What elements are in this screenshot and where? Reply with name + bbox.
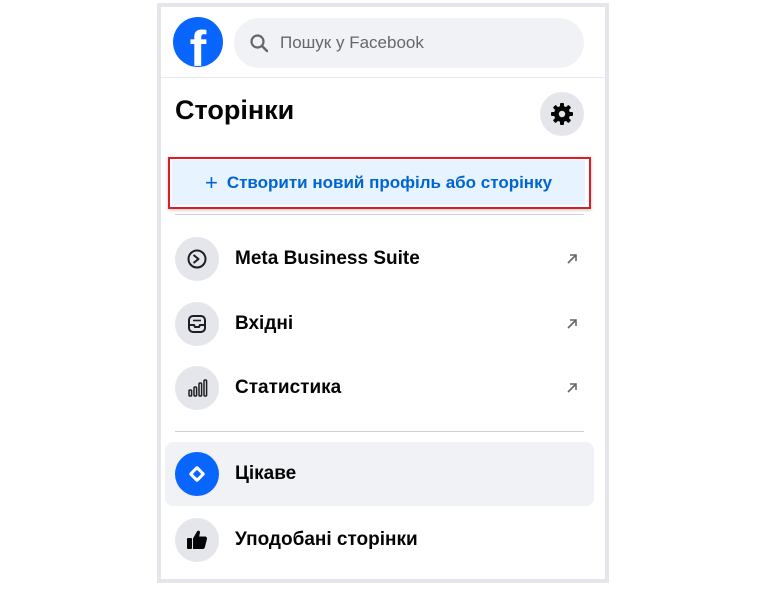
create-profile-or-page-button[interactable]: + Створити новий профіль або сторінку: [172, 160, 585, 205]
thumbs-up-icon: [175, 518, 219, 562]
insights-icon: [175, 366, 219, 410]
facebook-logo-letter: f: [189, 21, 207, 77]
top-header: f: [161, 7, 605, 77]
menu-item-label: Вхідні: [235, 313, 294, 334]
inbox-icon: [175, 302, 219, 346]
menu-item-label: Meta Business Suite: [235, 248, 420, 269]
create-button-label: Створити новий профіль або сторінку: [226, 172, 553, 192]
menu-item-label: Статистика: [235, 377, 342, 398]
menu-item-meta-business-suite[interactable]: Meta Business Suite: [165, 229, 594, 289]
external-arrow-icon: [567, 319, 577, 329]
gear-icon: [551, 103, 573, 125]
pages-panel-frame: f Сторінки: [157, 3, 609, 583]
header-divider: [161, 77, 605, 78]
nav-item-discover[interactable]: Цікаве: [165, 442, 594, 506]
page-title: Сторінки: [175, 95, 295, 125]
divider-middle: [175, 431, 584, 432]
menu-item-insights[interactable]: Статистика: [165, 358, 594, 418]
nav-item-liked-pages[interactable]: Уподобані сторінки: [165, 510, 594, 570]
pages-panel: f Сторінки: [161, 7, 605, 579]
nav-item-label: Цікаве: [235, 463, 297, 484]
discover-compass-icon: [175, 452, 219, 496]
menu-item-inbox[interactable]: Вхідні: [165, 294, 594, 354]
external-arrow-icon: [567, 254, 577, 264]
search-box[interactable]: [234, 18, 584, 68]
facebook-logo[interactable]: f: [173, 17, 223, 74]
divider-top: [175, 214, 584, 215]
plus-icon: +: [204, 169, 218, 195]
settings-button[interactable]: [540, 92, 584, 136]
meta-business-suite-icon: [175, 237, 219, 281]
search-input[interactable]: [278, 32, 572, 54]
search-icon: [250, 34, 269, 53]
nav-item-label: Уподобані сторінки: [235, 529, 418, 550]
external-arrow-icon: [567, 383, 577, 393]
